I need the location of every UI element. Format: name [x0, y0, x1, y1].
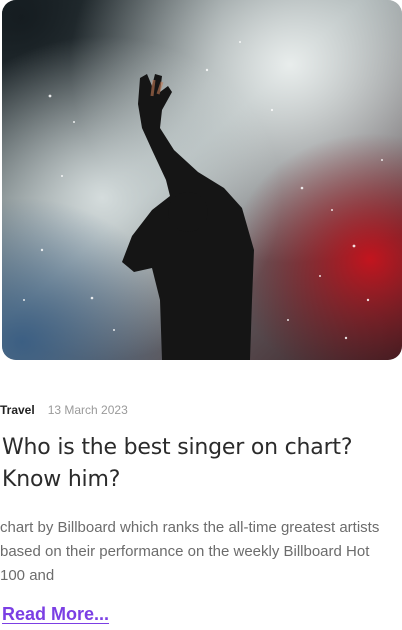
post-excerpt: chart by Billboard which ranks the all-t… — [0, 519, 380, 584]
blog-post-card: Travel 13 March 2023 Who is the best sin… — [0, 0, 402, 630]
concert-photo — [2, 0, 402, 360]
read-more-link[interactable]: Read More... — [2, 604, 109, 625]
post-meta: Travel 13 March 2023 — [0, 402, 128, 418]
post-title[interactable]: Who is the best singer on chart? Know hi… — [2, 432, 400, 496]
post-date: 13 March 2023 — [47, 403, 128, 417]
post-category[interactable]: Travel — [0, 403, 35, 417]
post-cover-image[interactable] — [2, 0, 402, 360]
